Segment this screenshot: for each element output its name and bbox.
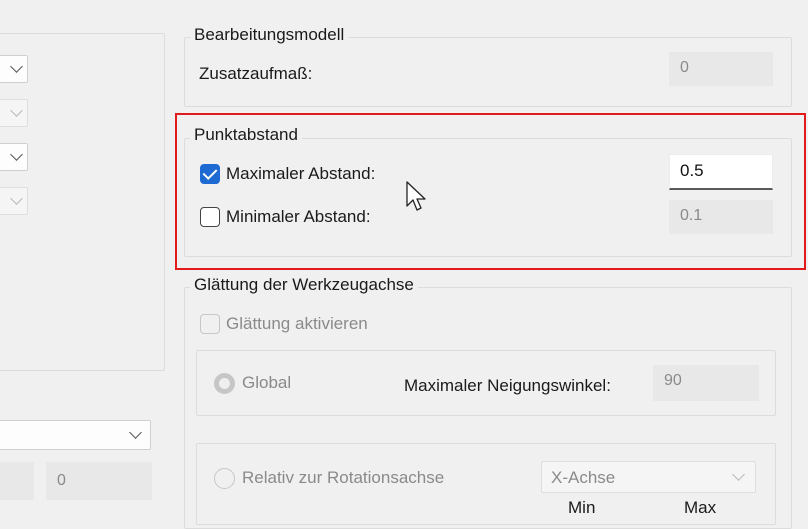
left-dropdown-1[interactable] [0,55,28,83]
chevron-down-icon [732,468,745,481]
left-field-disabled [0,462,34,500]
left-dropdown-4 [0,187,28,215]
relativ-label[interactable]: Relativ zur Rotationsachse [242,468,444,488]
min-column-header: Min [568,498,596,517]
zusatzaufmass-label: Zusatzaufmaß: [199,64,313,83]
zusatzaufmass-field: 0 [669,52,773,86]
max-column-header: Max [684,498,717,517]
rotationsachse-dropdown: X-Achse [541,461,756,493]
glaettung-aktivieren-label[interactable]: Glättung aktivieren [226,314,368,334]
minimaler-abstand-checkbox[interactable] [200,207,220,227]
glaettung-aktivieren-checkbox[interactable] [200,314,220,334]
chevron-down-icon [129,426,142,439]
chevron-down-icon [10,60,23,73]
chevron-down-icon [10,192,23,205]
neigungswinkel-field: 90 [653,365,759,401]
chevron-down-icon [10,148,23,161]
maximaler-abstand-checkbox[interactable] [200,164,220,184]
rotationsachse-selected: X-Achse [551,468,616,487]
neigungswinkel-label: Maximaler Neigungswinkel: [404,376,611,395]
punktabstand-title: Punktabstand [190,125,302,145]
global-label[interactable]: Global [242,373,291,393]
minimaler-abstand-label[interactable]: Minimaler Abstand: [226,207,371,227]
global-radio[interactable] [214,373,235,394]
left-dropdown-3[interactable] [0,143,28,171]
mouse-cursor-icon [406,181,426,211]
maximaler-abstand-label[interactable]: Maximaler Abstand: [226,164,375,184]
left-bottom-field: 0 [46,462,152,500]
maximaler-abstand-input[interactable]: 0.5 [669,154,773,190]
left-wide-dropdown[interactable] [0,420,151,450]
chevron-down-icon [10,104,23,117]
left-dropdown-2 [0,99,28,127]
relativ-radio[interactable] [214,468,235,489]
minimaler-abstand-field: 0.1 [669,200,773,234]
glaettung-title: Glättung der Werkzeugachse [190,275,418,295]
bearbeitungsmodell-title: Bearbeitungsmodell [190,25,349,45]
